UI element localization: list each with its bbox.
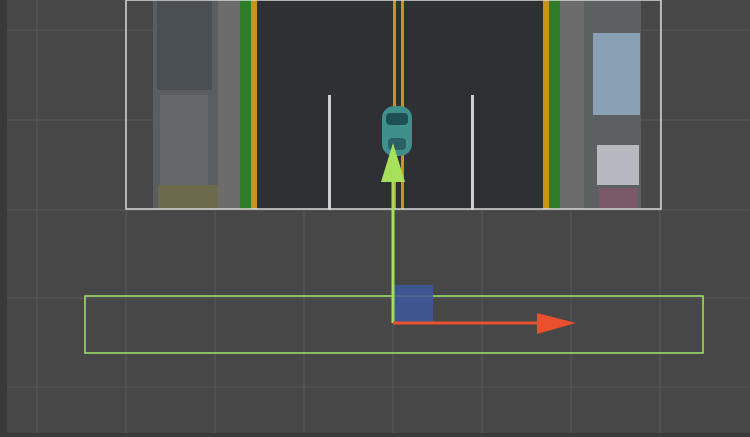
building-roof [599,188,637,208]
car-rear-window [388,138,406,150]
building-window-block [593,33,640,115]
scene-view[interactable] [0,0,750,437]
left-edge-line [251,0,257,209]
left-grass [240,0,251,209]
x-axis-arrow-icon[interactable] [537,313,576,334]
right-grass [549,0,560,209]
lane-dash-right [471,95,474,210]
right-sidewalk [560,0,584,209]
scene-canvas[interactable] [0,0,750,437]
building-roof [597,145,639,185]
xy-plane-handle[interactable] [393,285,433,323]
car-windshield [386,113,408,125]
car-sprite[interactable] [382,106,412,156]
tree-cluster [158,185,218,209]
left-sidewalk [218,0,240,209]
right-edge-line [543,0,549,209]
lane-dash-left [328,95,331,210]
building-roof [157,0,212,90]
